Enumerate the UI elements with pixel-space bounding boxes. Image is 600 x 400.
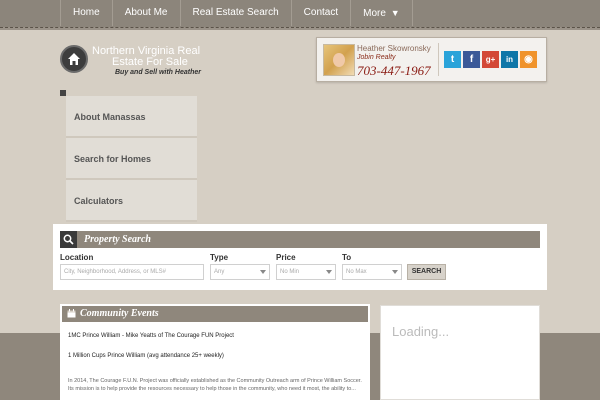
property-search-header: Property Search (60, 231, 540, 248)
nav-item-label: Contact (303, 7, 339, 18)
loading-text: Loading... (392, 324, 450, 339)
card-divider (438, 43, 439, 76)
price-max-value: No Max (346, 269, 367, 275)
property-search-panel: Property Search Location City, Neighborh… (53, 224, 547, 290)
nav-stitch-divider (0, 27, 600, 30)
community-events-panel: Community Events 1MC Prince William - Mi… (60, 304, 370, 400)
house-icon (68, 53, 80, 65)
rss-icon[interactable]: ◉ (520, 51, 537, 68)
google-plus-icon[interactable]: g+ (482, 51, 499, 68)
side-item-about-manassas[interactable]: About Manassas (66, 96, 197, 138)
linkedin-icon[interactable]: in (501, 51, 518, 68)
event-description: In 2014, The Courage F.U.N. Project was … (68, 378, 362, 392)
price-max-select[interactable]: No Max (342, 264, 402, 280)
agent-phone[interactable]: 703-447-1967 (357, 63, 431, 79)
loading-panel: Loading... (380, 305, 540, 400)
type-select-value: Any (214, 269, 225, 275)
search-icon-box (60, 231, 77, 248)
nav-item-label: Home (73, 7, 100, 18)
type-select[interactable]: Any (210, 264, 270, 280)
logo-title-line2: Estate For Sale (112, 56, 188, 68)
main-nav: Home About Me Real Estate Search Contact… (60, 0, 413, 26)
site-logo[interactable]: Northern Virginia Real Estate For Sale B… (60, 43, 220, 83)
location-input[interactable]: City, Neighborhood, Address, or MLS# (60, 264, 204, 280)
nav-item-home[interactable]: Home (60, 0, 112, 26)
nav-item-label: About Me (124, 7, 168, 18)
twitter-icon[interactable]: t (444, 51, 461, 68)
community-events-header: Community Events (62, 306, 368, 322)
side-item-calculators[interactable]: Calculators (66, 180, 197, 222)
location-label: Location (60, 253, 94, 262)
facebook-icon[interactable]: f (463, 51, 480, 68)
agent-contact-card: Heather Skowronsky Jobin Realty 703-447-… (316, 37, 547, 82)
nav-item-contact[interactable]: Contact (290, 0, 350, 26)
home-logo-circle (60, 45, 88, 73)
agent-avatar (323, 44, 355, 76)
nav-item-label: More (363, 8, 386, 19)
chevron-down-icon (392, 270, 398, 274)
search-icon (63, 234, 74, 245)
social-links: t f g+ in ◉ (444, 51, 537, 68)
property-search-title: Property Search (84, 234, 151, 245)
type-label: Type (210, 253, 229, 262)
agent-company: Jobin Realty (357, 54, 396, 61)
calendar-icon (67, 309, 76, 318)
chevron-down-icon (326, 270, 332, 274)
event-link[interactable]: 1MC Prince William - Mike Yeatts of The … (68, 333, 234, 339)
price-min-select[interactable]: No Min (276, 264, 336, 280)
side-menu: About Manassas Search for Homes Calculat… (66, 96, 197, 222)
nav-item-about-me[interactable]: About Me (111, 0, 180, 26)
chevron-down-icon (260, 270, 266, 274)
nav-item-real-estate-search[interactable]: Real Estate Search (179, 0, 291, 26)
price-to-label: To (342, 253, 352, 262)
nav-item-more[interactable]: More ▼ (350, 0, 413, 26)
agent-name: Heather Skowronsky (357, 44, 431, 53)
price-min-value: No Min (280, 269, 300, 275)
search-button[interactable]: SEARCH (407, 264, 446, 280)
event-link[interactable]: 1 Million Cups Prince William (avg atten… (68, 353, 224, 359)
logo-tagline: Buy and Sell with Heather (115, 69, 201, 76)
nav-item-label: Real Estate Search (192, 7, 279, 18)
side-item-search-for-homes[interactable]: Search for Homes (66, 138, 197, 180)
caret-down-icon: ▼ (390, 8, 400, 18)
price-label: Price (276, 253, 296, 262)
community-events-title: Community Events (80, 308, 159, 319)
